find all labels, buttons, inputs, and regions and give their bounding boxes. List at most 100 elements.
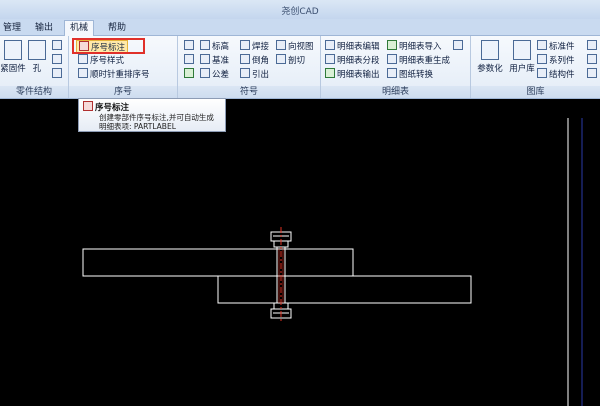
section-icon	[276, 54, 286, 64]
tab-manage[interactable]: 管理	[0, 21, 26, 35]
group-part-structure: 紧固件 孔 零件结构	[0, 36, 69, 98]
chamfer-button[interactable]: 倒角	[240, 54, 269, 66]
series-part-button[interactable]: 系列件	[537, 54, 575, 66]
drawing-convert-button[interactable]: 图纸转换	[387, 68, 433, 80]
ribbon-tabs: 管理 输出 机械 帮助	[0, 19, 600, 36]
sequence-style-button[interactable]: 序号样式	[78, 54, 124, 66]
table-import-icon	[387, 40, 397, 50]
chamfer-icon	[240, 54, 250, 64]
settings-icon	[587, 54, 597, 64]
tab-mechanical[interactable]: 机械	[64, 20, 95, 36]
reorder-sequence-button[interactable]: 顺时针重排序号	[78, 68, 150, 80]
weld-icon	[240, 40, 250, 50]
sequence-style-label: 序号样式	[90, 56, 125, 66]
series-part-label: 系列件	[549, 56, 575, 66]
tooltip-title: 序号标注	[83, 101, 221, 113]
fastener-icon	[4, 40, 22, 60]
bom-regenerate-button[interactable]: 明细表重生成	[387, 54, 450, 66]
table-export-icon	[325, 68, 335, 78]
bom-edit-button[interactable]: 明细表编辑	[325, 40, 380, 52]
bom-split-label: 明细表分段	[337, 56, 380, 66]
symbol-tool-a-button[interactable]	[184, 40, 196, 52]
symbol-tool-c-button[interactable]	[184, 68, 196, 80]
bom-export-button[interactable]: 明细表输出	[325, 68, 380, 80]
group-bom: 明细表编辑 明细表分段 明细表输出 明细表导入 明细表重生成 图纸转换 明细表	[321, 36, 471, 98]
bom-import-button[interactable]: 明细表导入	[387, 40, 442, 52]
weld-button[interactable]: 焊接	[240, 40, 269, 52]
bom-regenerate-label: 明细表重生成	[399, 56, 451, 66]
drawing-convert-label: 图纸转换	[399, 70, 434, 80]
chamfer-label: 倒角	[252, 56, 270, 66]
view-direction-label: 向视图	[288, 42, 314, 52]
part-tool-a-button[interactable]	[52, 40, 64, 52]
convert-icon	[387, 68, 397, 78]
view-direction-button[interactable]: 向视图	[276, 40, 314, 52]
datum-button[interactable]: 基准	[200, 54, 229, 66]
sequence-style-icon	[78, 54, 88, 64]
group-library: 参数化 用户库 标准件 系列件 结构件 图库	[471, 36, 600, 98]
fastener-button[interactable]: 紧固件	[0, 40, 26, 74]
bom-split-button[interactable]: 明细表分段	[325, 54, 380, 66]
section-label: 剖切	[288, 56, 306, 66]
parametric-button[interactable]: 参数化	[475, 40, 505, 74]
tolerance-label: 公差	[212, 70, 230, 80]
elevation-icon	[200, 40, 210, 50]
section-button[interactable]: 剖切	[276, 54, 305, 66]
wedge-icon	[52, 68, 62, 78]
grid-icon	[453, 40, 463, 50]
structural-part-button[interactable]: 结构件	[537, 68, 575, 80]
drawing-canvas[interactable]	[0, 99, 600, 406]
leader-label: 引出	[252, 70, 270, 80]
upper-plate	[82, 248, 354, 277]
elevation-button[interactable]: 标高	[200, 40, 229, 52]
series-part-icon	[537, 54, 547, 64]
standard-part-button[interactable]: 标准件	[537, 40, 575, 52]
parametric-label: 参数化	[477, 64, 503, 74]
standard-part-icon	[537, 40, 547, 50]
group-label-sequence: 序号	[69, 86, 177, 98]
structural-part-label: 结构件	[549, 70, 575, 80]
view-direction-icon	[276, 40, 286, 50]
tooltip-line-2: 明细表项: PARTLABEL	[99, 122, 176, 131]
tab-help[interactable]: 帮助	[103, 21, 131, 35]
datum-icon	[200, 54, 210, 64]
part-tool-c-button[interactable]	[52, 68, 64, 80]
formula-icon	[481, 40, 499, 60]
leader-icon	[240, 68, 250, 78]
flag-icon	[184, 40, 194, 50]
hole-button[interactable]: 孔	[28, 40, 46, 74]
user-library-label: 用户库	[509, 64, 535, 74]
library-tool-b-button[interactable]	[587, 54, 599, 66]
hole-label: 孔	[32, 64, 42, 74]
leader-button[interactable]: 引出	[240, 68, 269, 80]
check-icon	[184, 68, 194, 78]
standard-part-label: 标准件	[549, 42, 575, 52]
weld-label: 焊接	[252, 42, 270, 52]
bom-edit-label: 明细表编辑	[337, 42, 380, 52]
tooltip-line-1: 创建零部件序号标注,并可自动生成	[99, 113, 214, 122]
user-library-button[interactable]: 用户库	[507, 40, 537, 74]
text-icon	[587, 40, 597, 50]
group-label-bom: 明细表	[321, 86, 470, 98]
part-tool-b-button[interactable]	[52, 54, 64, 66]
group-label-library: 图库	[471, 86, 600, 98]
drawing-svg	[82, 227, 472, 323]
tolerance-button[interactable]: 公差	[200, 68, 229, 80]
sequence-annotation-icon	[83, 101, 93, 111]
group-symbol: 标高 基准 公差 焊接 倒角 引出 向视图 剖切 符号	[178, 36, 321, 98]
tab-output[interactable]: 输出	[30, 21, 58, 35]
highlight-box	[72, 38, 145, 54]
library-tool-c-button[interactable]	[587, 68, 599, 80]
library-tool-a-button[interactable]	[587, 40, 599, 52]
layers-icon	[52, 54, 62, 64]
title-bar: 尧创CAD	[0, 0, 600, 19]
bom-grid-button[interactable]	[453, 40, 465, 52]
symbol-tool-b-button[interactable]	[184, 54, 196, 66]
window-title: 尧创CAD	[281, 7, 319, 17]
elevation-label: 标高	[212, 42, 230, 52]
grid-icon	[587, 68, 597, 78]
user-library-icon	[513, 40, 531, 60]
lower-plate	[217, 275, 472, 304]
table-regenerate-icon	[387, 54, 397, 64]
list-icon	[52, 40, 62, 50]
